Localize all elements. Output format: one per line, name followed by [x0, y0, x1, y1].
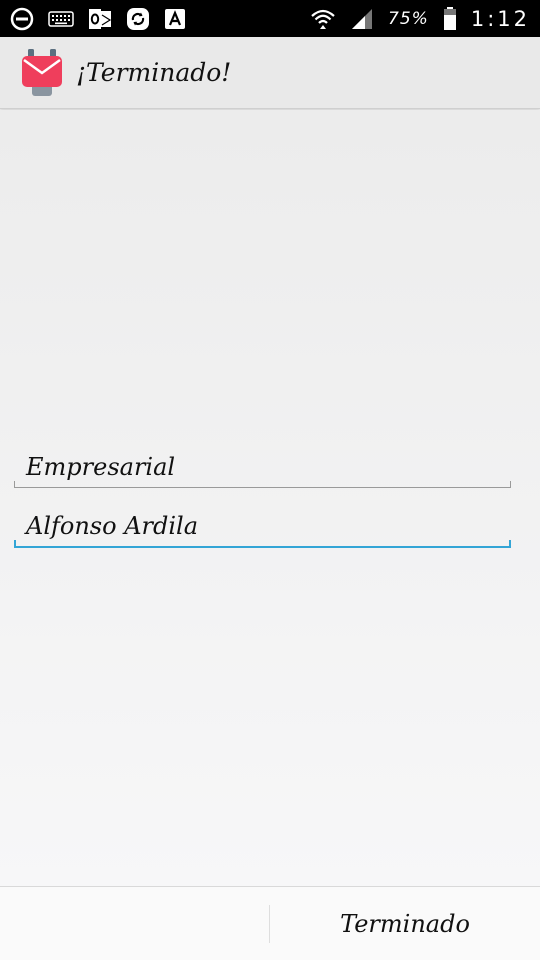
action-bar: ¡Terminado!: [0, 37, 540, 109]
signal-icon: [350, 8, 374, 30]
wifi-icon: [310, 7, 336, 31]
keyboard-icon: [48, 10, 74, 28]
status-right-icons: 75% 1:12: [310, 6, 530, 31]
sync-icon: [126, 7, 150, 31]
done-button[interactable]: Terminado: [270, 887, 540, 960]
do-not-disturb-icon: [10, 7, 34, 31]
company-field[interactable]: Empresarial: [14, 448, 511, 488]
outlook-icon: [88, 8, 112, 30]
font-icon: [164, 8, 186, 30]
status-bar: 75% 1:12: [0, 0, 540, 37]
empty-button-slot: [0, 887, 270, 960]
name-field[interactable]: Alfonso Ardila: [14, 508, 511, 548]
button-divider: [269, 905, 270, 943]
battery-icon: [443, 6, 457, 31]
app-envelope-icon[interactable]: [20, 48, 64, 97]
page-title: ¡Terminado!: [76, 58, 232, 87]
status-left-icons: [10, 7, 186, 31]
bottom-button-bar: Terminado: [0, 886, 540, 960]
form-area: Empresarial Alfonso Ardila: [0, 110, 540, 886]
battery-percent: 75%: [388, 8, 429, 29]
clock: 1:12: [470, 6, 530, 31]
